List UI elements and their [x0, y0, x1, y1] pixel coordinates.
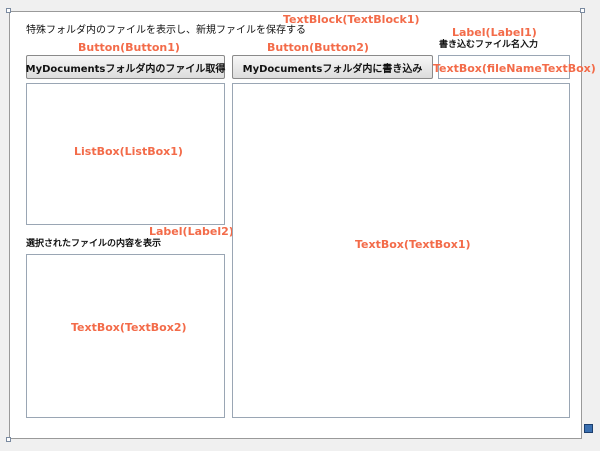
write-file-button[interactable]: MyDocumentsフォルダ内に書き込み [232, 55, 433, 79]
label1-overlay: Label(Label1) [452, 26, 537, 39]
resize-handle-top-right[interactable] [580, 8, 585, 13]
label2: 選択されたファイルの内容を表示 [26, 239, 162, 249]
button1-overlay: Button(Button1) [78, 41, 180, 54]
textbox2[interactable] [26, 254, 225, 418]
textblock1: 特殊フォルダ内のファイルを表示し、新規ファイルを保存する [26, 25, 306, 36]
listbox1-overlay: ListBox(ListBox1) [74, 145, 183, 158]
resize-handle-bottom-left[interactable] [6, 437, 11, 442]
resize-handle-top-left[interactable] [6, 8, 11, 13]
smart-tag-icon[interactable] [584, 424, 593, 433]
textblock1-overlay: TextBlock(TextBlock1) [283, 13, 420, 26]
label2-overlay: Label(Label2) [149, 225, 234, 238]
button2-overlay: Button(Button2) [267, 41, 369, 54]
textbox1-overlay: TextBox(TextBox1) [355, 238, 471, 251]
textbox2-overlay: TextBox(TextBox2) [71, 321, 187, 334]
get-files-button[interactable]: MyDocumentsフォルダ内のファイル取得 [26, 55, 225, 79]
filename-textbox-overlay: TextBox(fileNameTextBox) [433, 62, 596, 75]
label1: 書き込むファイル名入力 [439, 40, 539, 50]
